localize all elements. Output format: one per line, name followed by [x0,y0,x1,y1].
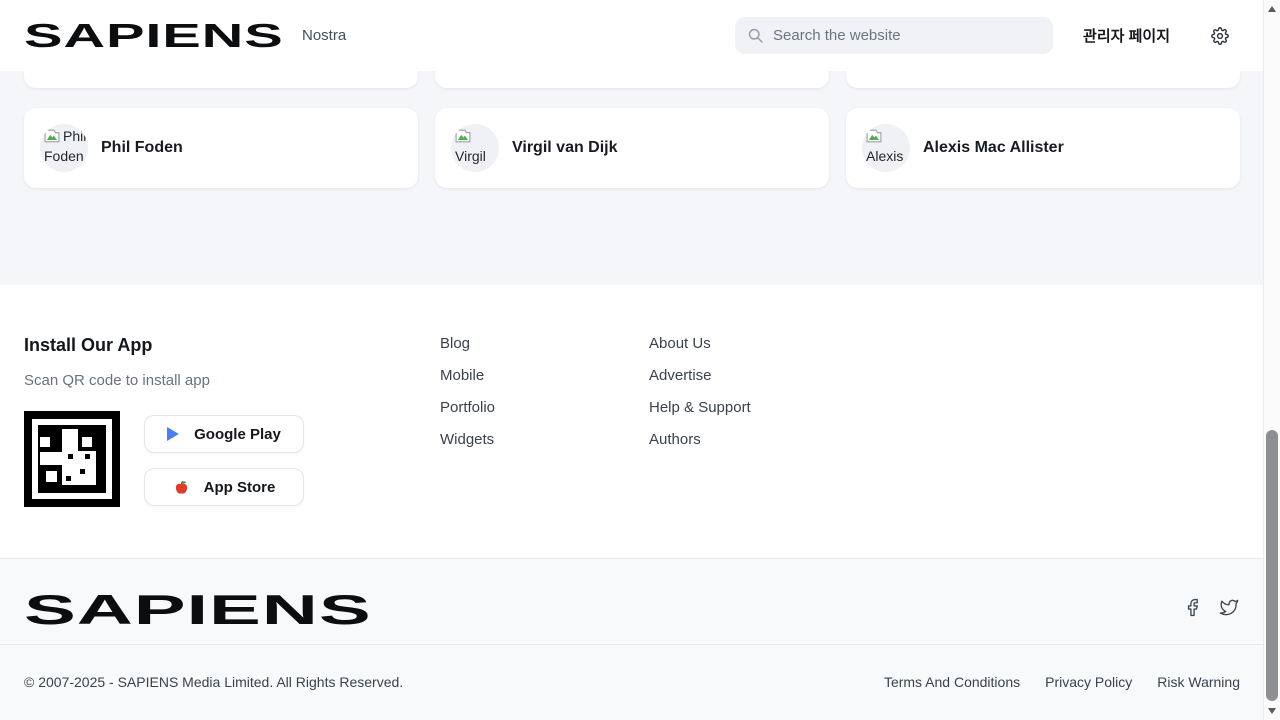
search-icon [747,27,764,44]
footer-link-advertise[interactable]: Advertise [649,368,751,383]
gear-icon [1211,27,1229,45]
footer-link-widgets[interactable]: Widgets [440,432,495,447]
install-app-subtitle: Scan QR code to install app [24,372,210,389]
twitter-icon [1219,598,1239,617]
risk-warning-link[interactable]: Risk Warning [1157,674,1240,690]
page: SAPIENS Nostra 관리자 페이지 Phil Foden Phil F… [0,0,1280,720]
author-name: Alexis Mac Allister [923,139,1064,157]
scrollbar-up-arrow[interactable] [1268,6,1276,12]
install-app-title: Install Our App [24,335,152,356]
settings-button[interactable] [1210,26,1230,46]
avatar-alt-text: Virgil van Dijk [455,148,486,172]
header: SAPIENS Nostra 관리자 페이지 [0,0,1263,71]
avatar-broken-image: Virgil van Dijk [451,124,499,172]
broken-image-icon [455,129,471,143]
app-store-label: App Store [204,479,276,496]
author-card-phil-foden[interactable]: Phil Foden Phil Foden [24,108,418,188]
legal-links: Terms And Conditions Privacy Policy Risk… [884,674,1240,690]
scrollbar-thumb[interactable] [1266,430,1278,701]
avatar-alt-text: Alexis Mac Allister [866,148,908,172]
footer-logo[interactable]: SAPIENS [24,589,364,631]
app-store-button[interactable]: App Store [144,468,304,506]
footer-logo-text: SAPIENS [24,589,372,631]
footer-links-column-1: Blog Mobile Portfolio Widgets [440,336,495,464]
footer-link-mobile[interactable]: Mobile [440,368,495,383]
avatar-broken-image: Alexis Mac Allister [862,124,910,172]
google-play-button[interactable]: Google Play [144,415,304,453]
footer: Install Our App Scan QR code to install … [0,285,1263,558]
broken-image-icon [44,129,60,143]
apple-icon [173,479,190,496]
footer-link-help-support[interactable]: Help & Support [649,400,751,415]
footer-bottom-bar: SAPIENS © 2007-2025 - SAPIENS Media Limi… [0,558,1263,720]
avatar-broken-image: Phil Foden [40,124,88,172]
author-name: Phil Foden [101,139,183,157]
author-name: Virgil van Dijk [512,139,618,157]
google-play-icon [167,427,180,441]
footer-link-authors[interactable]: Authors [649,432,751,447]
author-card-virgil-van-dijk[interactable]: Virgil van Dijk Virgil van Dijk [435,108,829,188]
search-input[interactable] [773,27,1041,44]
facebook-button[interactable] [1182,598,1202,618]
search-box[interactable] [735,17,1053,54]
footer-link-about-us[interactable]: About Us [649,336,751,351]
social-links [1182,598,1239,618]
qr-code-image [24,411,120,507]
author-card-alexis-mac-allister[interactable]: Alexis Mac Allister Alexis Mac Allister [846,108,1240,188]
header-logo[interactable]: SAPIENS [24,19,276,52]
vertical-scrollbar [1263,0,1280,720]
footer-links-column-2: About Us Advertise Help & Support Author… [649,336,751,464]
admin-page-link[interactable]: 관리자 페이지 [1083,25,1170,46]
header-logo-text: SAPIENS [24,19,284,52]
divider [0,644,1263,645]
author-card-row: Phil Foden Phil Foden Virgil van Dijk Vi… [24,108,1240,188]
copyright-text: © 2007-2025 - SAPIENS Media Limited. All… [24,674,403,690]
broken-image-icon [866,129,882,143]
terms-link[interactable]: Terms And Conditions [884,674,1020,690]
scrollbar-down-arrow[interactable] [1268,708,1276,714]
twitter-button[interactable] [1219,598,1239,618]
facebook-icon [1183,598,1202,617]
store-buttons: Google Play App Store [144,415,304,506]
google-play-label: Google Play [194,426,281,443]
site-name: Nostra [302,27,346,44]
footer-link-portfolio[interactable]: Portfolio [440,400,495,415]
footer-link-blog[interactable]: Blog [440,336,495,351]
privacy-policy-link[interactable]: Privacy Policy [1045,674,1132,690]
